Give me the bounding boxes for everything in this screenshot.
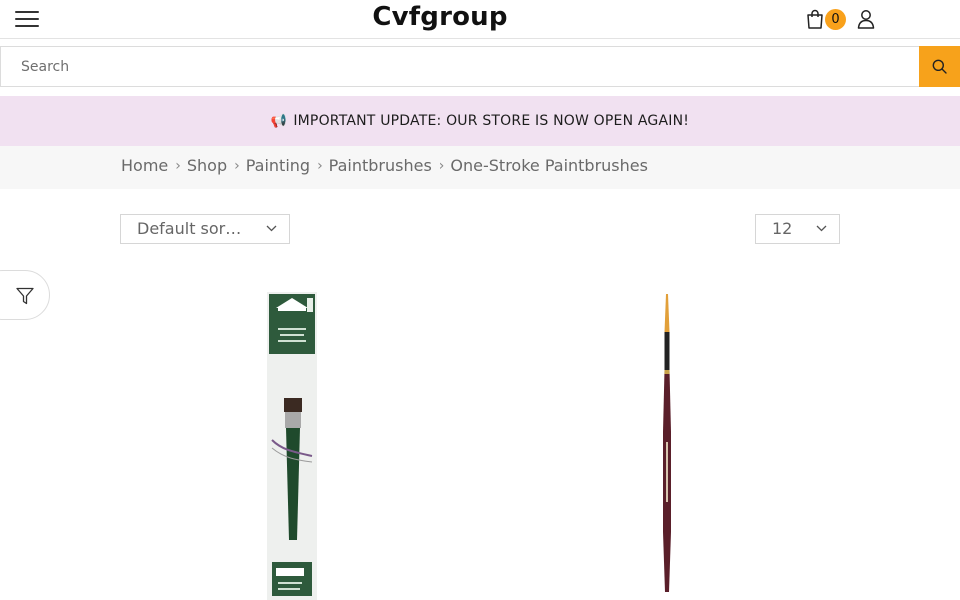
breadcrumb-current: One-Stroke Paintbrushes — [450, 156, 648, 175]
breadcrumb: Home › Shop › Painting › Paintbrushes › One-Stro… — [121, 156, 648, 175]
per-page-dropdown[interactable]: 12 — [755, 214, 840, 244]
round-paintbrush-image — [663, 294, 671, 592]
breadcrumb-bar: Home › Shop › Painting › Paintbrushes › One-Stro… — [0, 146, 960, 189]
site-header: Cvfgroup 0 — [0, 0, 960, 39]
announcement-banner: 📢 IMPORTANT UPDATE: OUR STORE IS NOW OPEN… — [0, 96, 960, 146]
filter-toggle-button[interactable] — [0, 270, 50, 320]
breadcrumb-separator-icon: › — [317, 158, 323, 174]
per-page-selected-value: 12 — [772, 219, 793, 238]
search-button[interactable] — [919, 46, 960, 87]
breadcrumb-painting[interactable]: Painting — [246, 156, 310, 175]
breadcrumb-home[interactable]: Home — [121, 156, 168, 175]
shopping-bag-icon — [807, 9, 823, 29]
account-button[interactable] — [856, 9, 876, 29]
product-image[interactable] — [264, 290, 320, 600]
flat-paintbrush-package-image — [267, 292, 317, 600]
site-logo[interactable]: Cvfgroup — [0, 2, 880, 32]
search-input[interactable] — [0, 46, 920, 87]
cart-button[interactable]: 0 — [806, 8, 846, 32]
megaphone-icon: 📢 — [270, 114, 288, 129]
breadcrumb-separator-icon: › — [438, 158, 445, 174]
chevron-down-icon — [266, 225, 277, 232]
sort-dropdown[interactable]: Default sor… — [120, 214, 290, 244]
announcement-text: IMPORTANT UPDATE: OUR STORE IS NOW OPEN … — [293, 113, 690, 129]
chevron-down-icon — [816, 225, 827, 232]
breadcrumb-shop[interactable]: Shop — [187, 156, 227, 175]
breadcrumb-separator-icon: › — [175, 158, 181, 174]
filter-icon — [16, 287, 34, 305]
product-image[interactable] — [655, 292, 679, 600]
breadcrumb-separator-icon: › — [234, 158, 240, 174]
site-logo-text[interactable]: Cvfgroup — [372, 2, 507, 32]
cart-count-badge: 0 — [825, 9, 846, 30]
breadcrumb-paintbrushes[interactable]: Paintbrushes — [329, 156, 432, 175]
search-icon — [932, 59, 947, 74]
search-bar — [0, 46, 960, 88]
sort-selected-value: Default sor… — [137, 219, 242, 238]
user-icon — [857, 10, 875, 29]
